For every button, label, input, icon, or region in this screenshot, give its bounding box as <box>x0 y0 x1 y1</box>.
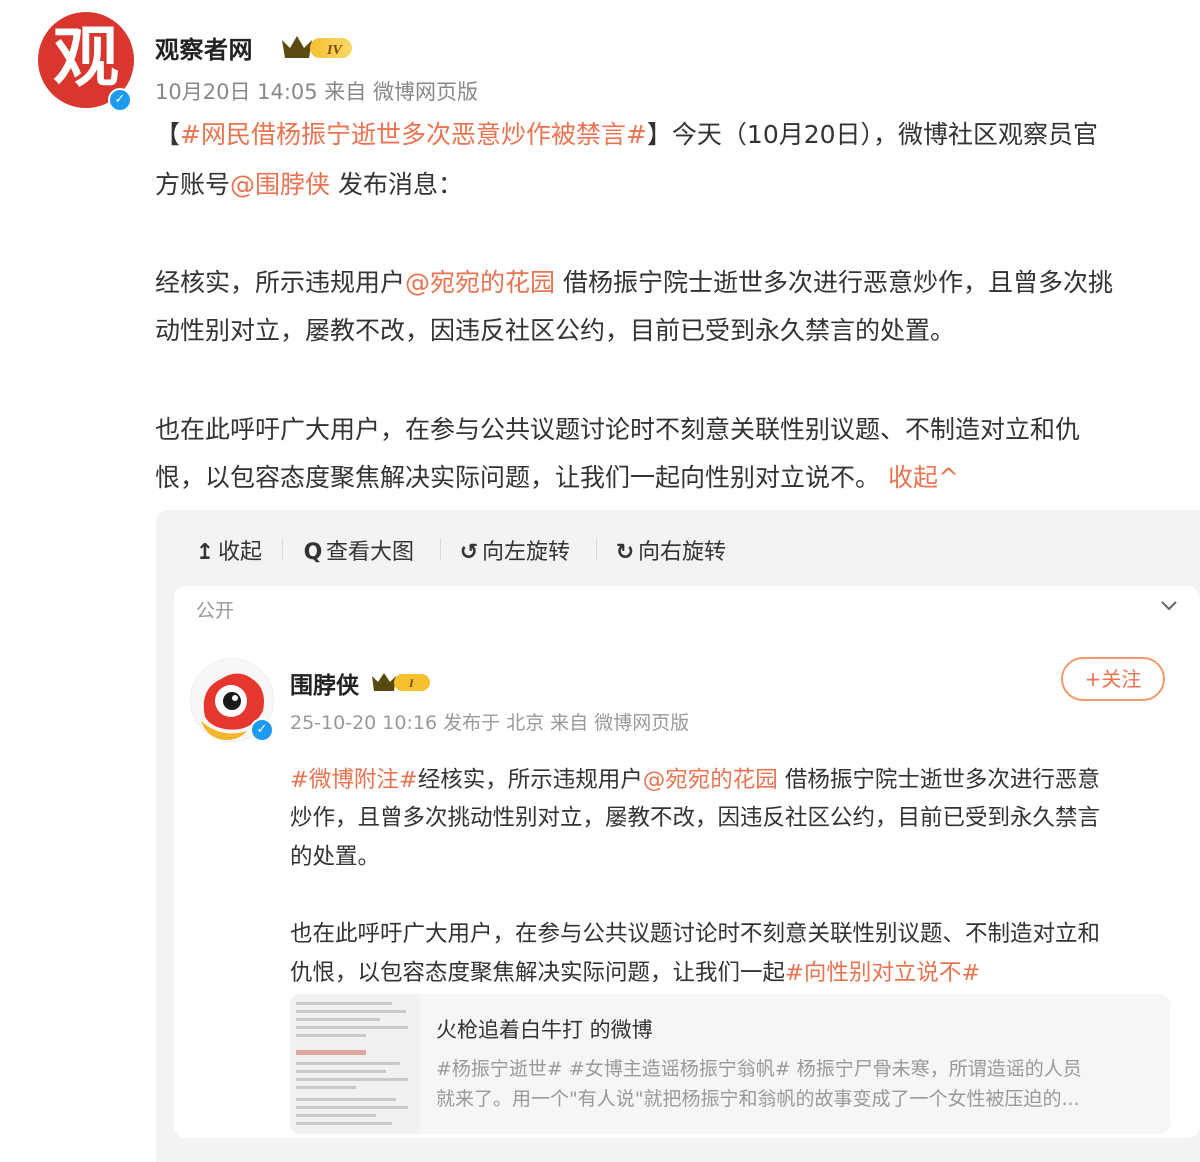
rotate-right-button[interactable]: ↻ 向右旋转 <box>614 534 726 566</box>
level-badge-text: IV <box>326 43 343 58</box>
mention-link[interactable]: @宛宛的花园 <box>405 268 555 297</box>
card-meta: 25-10-20 10:16 发布于 北京 来自 微博网页版 <box>290 712 690 734</box>
verified-icon: ✓ <box>250 718 274 742</box>
toolbar-divider <box>282 538 283 560</box>
card-text-line-2: 炒作，且曾多次挑动性别对立，屡教不改，因违反社区公约，目前已受到永久禁言 <box>290 805 1101 831</box>
card-text-line-5: 仇恨，以包容态度聚焦解决实际问题，让我们一起#向性别对立说不# <box>290 960 981 986</box>
quoted-post-title: 火枪追着白牛打 的微博 <box>436 1018 653 1042</box>
topic-link[interactable]: #微博附注# <box>290 767 418 793</box>
post-text-line-5: 也在此呼吁广大用户，在参与公共议题讨论时不刻意关联性别议题、不制造对立和仇 <box>155 415 1081 444</box>
rotate-left-icon: ↺ <box>459 540 479 565</box>
vip-crown-badge-icon: I <box>372 673 430 691</box>
post-text-line-4: 动性别对立，屡教不改，因违反社区公约，目前已受到永久禁言的处置。 <box>155 316 956 345</box>
rotate-left-button[interactable]: ↺ 向左旋转 <box>458 534 570 566</box>
quoted-post-excerpt-1: #杨振宁逝世# #女博主造谣杨振宁翁帆# 杨振宁尸骨未寒，所谓造谣的人员 <box>436 1058 1082 1080</box>
collapse-link[interactable]: 收起^ <box>888 463 959 492</box>
visibility-label: 公开 <box>196 600 235 622</box>
topic-link[interactable]: #向性别对立说不# <box>785 960 980 986</box>
toolbar-divider <box>596 538 597 560</box>
collapse-button[interactable]: ↥ 收起 <box>194 534 262 566</box>
media-panel: ↥ 收起 Q 查看大图 ↺ 向左旋转 ↻ 向右旋转 公开 ✓ 围脖侠 I +关注… <box>156 510 1200 1162</box>
rotate-right-icon: ↻ <box>615 540 635 565</box>
view-large-button[interactable]: Q 查看大图 <box>302 534 414 566</box>
author-name[interactable]: 观察者网 <box>155 30 253 65</box>
card-text-line-1: #微博附注#经核实，所示违规用户@宛宛的花园 借杨振宁院士逝世多次进行恶意 <box>290 767 1100 793</box>
mention-link[interactable]: @宛宛的花园 <box>643 767 778 793</box>
weibo-post: 观 ✓ 观察者网 IV 10月20日 14:05 来自 微博网页版 【#网民借杨… <box>0 0 1200 1162</box>
topic-link[interactable]: #网民借杨振宁逝世多次恶意炒作被禁言# <box>180 120 647 149</box>
quoted-post-excerpt-2: 就来了。用一个"有人说"就把杨振宁和翁帆的故事变成了一个女性被压迫的... <box>436 1088 1080 1110</box>
toolbar-divider <box>440 538 441 560</box>
post-meta: 10月20日 14:05 来自 微博网页版 <box>155 80 478 104</box>
post-text-line-6: 恨，以包容态度聚焦解决实际问题，让我们一起向性别对立说不。 收起^ <box>155 463 959 492</box>
post-text-line-3: 经核实，所示违规用户@宛宛的花园 借杨振宁院士逝世多次进行恶意炒作，且曾多次挑 <box>155 268 1113 297</box>
post-text-line-2: 方账号@围脖侠 发布消息： <box>155 170 463 199</box>
card-text-line-4: 也在此呼吁广大用户，在参与公共议题讨论时不刻意关联性别议题、不制造对立和 <box>290 921 1101 947</box>
chevron-up-icon: ^ <box>937 463 959 492</box>
verified-icon: ✓ <box>108 88 132 112</box>
card-username[interactable]: 围脖侠 <box>290 666 359 700</box>
collapse-icon: ↥ <box>195 540 215 565</box>
post-text-line-1: 【#网民借杨振宁逝世多次恶意炒作被禁言#】今天（10月20日），微博社区观察员官 <box>155 120 1099 149</box>
embedded-screenshot-card: 公开 ✓ 围脖侠 I +关注 25-10-20 10:16 发布于 北京 来自 … <box>174 586 1200 1138</box>
quoted-post-thumbnail <box>290 994 420 1134</box>
vip-crown-badge-icon: IV <box>282 36 352 58</box>
image-toolbar: ↥ 收起 Q 查看大图 ↺ 向左旋转 ↻ 向右旋转 <box>156 510 1200 586</box>
search-icon: Q <box>303 540 323 565</box>
card-text-line-3: 的处置。 <box>290 844 381 870</box>
chevron-down-icon[interactable] <box>1158 594 1180 616</box>
follow-button[interactable]: +关注 <box>1061 657 1165 701</box>
mention-link[interactable]: @围脖侠 <box>230 170 330 199</box>
quoted-post[interactable]: 火枪追着白牛打 的微博 #杨振宁逝世# #女博主造谣杨振宁翁帆# 杨振宁尸骨未寒… <box>290 994 1170 1134</box>
